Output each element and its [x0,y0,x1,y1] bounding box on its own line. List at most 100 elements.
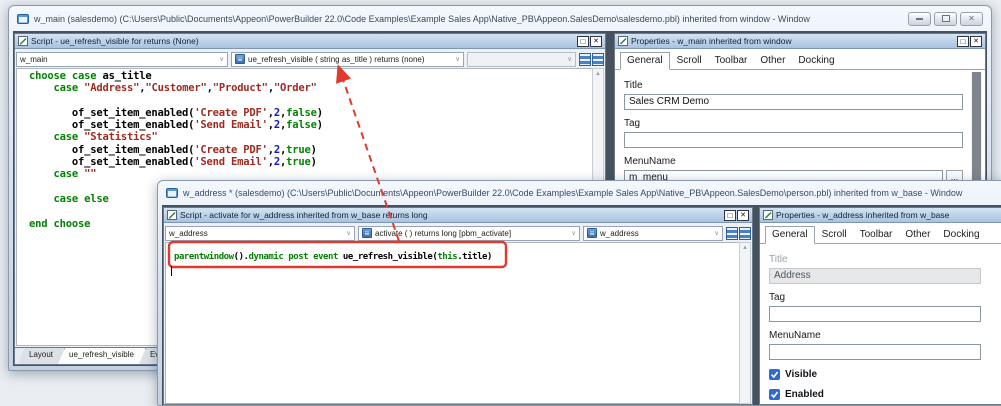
code-scrollbar[interactable] [739,242,751,404]
visible-checkbox-label: Visible [785,369,817,380]
chevron-down-icon: ∨ [455,55,460,63]
tab-scroll[interactable]: Scroll [816,227,853,243]
event-dropdown-value: ue_refresh_visible ( string as_title ) r… [248,55,452,64]
menuname-label: MenuName [624,156,963,167]
code-line: choose case as_title [29,70,592,82]
sheet-tab-ue_refresh_visible[interactable]: ue_refresh_visible [58,348,146,364]
minimize-button[interactable] [908,12,931,26]
code-line: case "Statistics" [29,131,592,143]
secondary-object-dropdown[interactable]: ∨ [467,52,576,67]
object-dropdown-value: w_main [20,55,216,64]
code-line: of_set_item_enabled('Send Email',2,true) [29,156,592,168]
window-icon [166,188,178,198]
script-pane-title: Script - ue_refresh_visible for returns … [31,36,574,46]
title-label: Title [769,254,981,265]
close-pane-icon[interactable] [737,210,749,221]
text-cursor [171,266,172,276]
chevron-down-icon: ∨ [346,229,351,237]
script-view-icon[interactable] [579,53,591,66]
script-toolbar: w_address ∨ ≡ activate ( ) returns long … [165,225,751,241]
properties-tabs: GeneralScrollToolbarOtherDocking [760,224,1001,244]
properties-tabs: GeneralScrollToolbarOtherDocking [615,50,985,70]
object-dropdown[interactable]: w_main ∨ [16,52,228,67]
tab-other[interactable]: Other [899,227,936,243]
maximize-pane-icon[interactable] [724,210,736,221]
tag-label: Tag [769,292,981,303]
script-icon [167,210,177,220]
maximize-pane-icon[interactable] [957,36,969,47]
visible-checkbox-row: Visible [769,369,981,380]
window-icon [17,14,29,24]
scroll-up-icon[interactable] [593,71,603,77]
tag-field[interactable] [769,306,981,322]
tab-other[interactable]: Other [754,53,791,69]
script-icon [18,36,28,46]
tab-toolbar[interactable]: Toolbar [854,227,899,243]
chevron-down-icon: ∨ [571,229,576,237]
event-dropdown[interactable]: ≡ ue_refresh_visible ( string as_title )… [231,52,464,67]
tab-docking[interactable]: Docking [792,53,840,69]
script-pane-w-address: Script - activate for w_address inherite… [163,207,753,405]
properties-pane-title: Properties - w_address inherited from w_… [776,210,1000,220]
tag-field[interactable] [624,132,963,148]
title-field[interactable]: Address [769,268,981,284]
restore-button[interactable] [934,12,957,26]
code-line: of_set_item_enabled('Create PDF',2,true) [29,144,592,156]
code-editor-w-address[interactable]: parentwindow().dynamic post event ue_ref… [165,242,739,404]
code-line: parentwindow().dynamic post event ue_ref… [174,251,739,263]
tab-scroll[interactable]: Scroll [671,53,708,69]
properties-checkboxes: VisibleEnabledTitleBar [769,369,981,404]
properties-fields: Title Address Tag MenuName [769,254,981,360]
w-address-client: Script - activate for w_address inherite… [162,205,1001,405]
close-button[interactable] [960,12,983,26]
visible-checkbox[interactable] [769,369,780,380]
tab-general[interactable]: General [765,226,815,244]
code-line: case "Address","Customer","Product","Ord… [29,82,592,94]
properties-form: Title Address Tag MenuName Visible Enabled Ti… [769,246,981,404]
close-pane-icon[interactable] [590,36,602,47]
script-toolbar: w_main ∨ ≡ ue_refresh_visible ( string a… [16,51,604,67]
scroll-up-icon[interactable] [740,245,750,251]
script-pane-title: Script - activate for w_address inherite… [180,210,721,220]
chevron-down-icon: ∨ [567,55,572,63]
window-w-address: w_address * (salesdemo) (C:\Users\Public… [157,180,1001,406]
enabled-checkbox-label: Enabled [785,389,824,400]
properties-pane-header[interactable]: Properties - w_main inherited from windo… [615,34,985,49]
sheet-tab-layout[interactable]: Layout [18,348,65,364]
w-main-titlebar[interactable]: w_main (salesdemo) (C:\Users\Public\Docu… [9,6,991,31]
tab-docking[interactable]: Docking [937,227,985,243]
properties-pane-w-address: Properties - w_address inherited from w_… [759,207,1001,405]
menuname-label: MenuName [769,330,981,341]
object-dropdown[interactable]: w_address ∨ [165,226,355,241]
close-pane-icon[interactable] [970,36,982,47]
script-pane-header[interactable]: Script - ue_refresh_visible for returns … [15,34,605,49]
chevron-down-icon: ∨ [714,229,719,237]
event-dropdown-value: activate ( ) returns long [pbm_activate] [375,229,568,238]
code-line: of_set_item_enabled('Create PDF',2,false… [29,107,592,119]
script-view-icon[interactable] [726,227,738,240]
event-dropdown[interactable]: ≡ activate ( ) returns long [pbm_activat… [358,226,580,241]
secondary-object-dropdown[interactable]: ≡ w_address ∨ [583,226,723,241]
tag-label: Tag [624,118,963,129]
tab-toolbar[interactable]: Toolbar [709,53,754,69]
enabled-checkbox[interactable] [769,389,780,400]
properties-pane-header[interactable]: Properties - w_address inherited from w_… [760,208,1001,223]
title-field[interactable]: Sales CRM Demo [624,94,963,110]
object-dropdown-value: w_address [169,229,343,238]
window-title: w_main (salesdemo) (C:\Users\Public\Docu… [34,14,897,24]
event-icon: ≡ [235,54,245,64]
menuname-field[interactable] [769,344,981,360]
secondary-object-dropdown-value: w_address [600,229,711,238]
properties-icon [618,36,628,46]
maximize-pane-icon[interactable] [577,36,589,47]
title-label: Title [624,80,963,91]
code-line [29,95,592,107]
w-address-titlebar[interactable]: w_address * (salesdemo) (C:\Users\Public… [158,181,1001,205]
event-icon: ≡ [362,228,372,238]
object-icon: ≡ [587,228,597,238]
split-view-icon[interactable] [592,53,604,66]
script-pane-header[interactable]: Script - activate for w_address inherite… [164,208,752,223]
properties-pane-title: Properties - w_main inherited from windo… [631,36,954,46]
split-view-icon[interactable] [739,227,751,240]
tab-general[interactable]: General [620,52,670,70]
